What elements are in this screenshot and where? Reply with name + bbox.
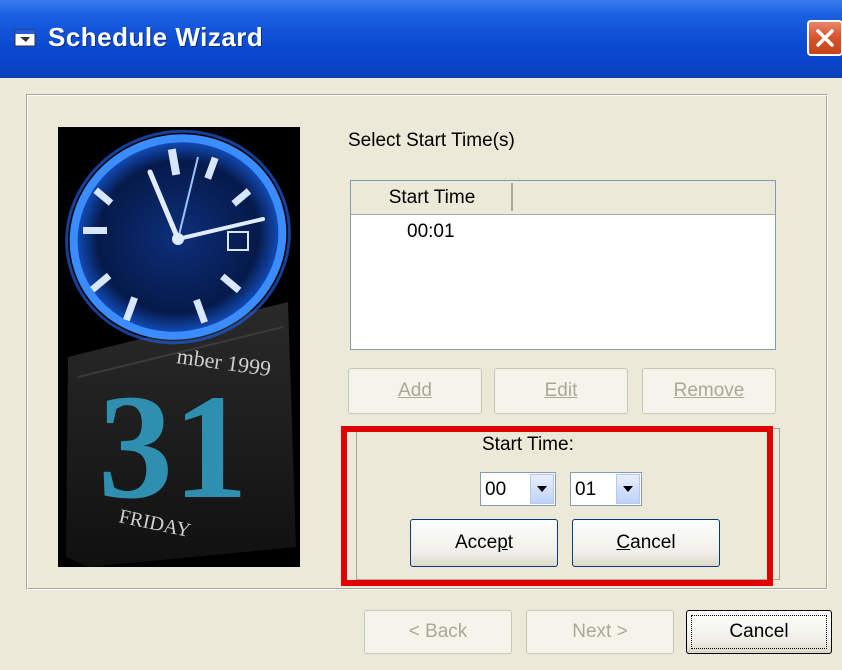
wizard-cancel-button[interactable]: Cancel xyxy=(686,610,832,654)
edit-button[interactable]: Edit xyxy=(494,368,628,414)
close-button[interactable] xyxy=(807,20,842,56)
app-icon xyxy=(14,27,38,49)
list-item[interactable]: 00:01 xyxy=(407,221,455,243)
next-button[interactable]: Next > xyxy=(526,610,674,654)
clock-calendar-image: mber 1999 31 FRIDAY xyxy=(58,127,300,567)
column-header-start-time[interactable]: Start Time xyxy=(353,183,513,211)
edit-label: Edit xyxy=(544,380,578,401)
remove-button[interactable]: Remove xyxy=(642,368,776,414)
list-header: Start Time xyxy=(351,181,775,215)
calendar-day-text: 31 xyxy=(98,364,248,530)
close-icon xyxy=(816,29,834,47)
back-button[interactable]: < Back xyxy=(364,610,512,654)
add-button[interactable]: Add xyxy=(348,368,482,414)
title-bar[interactable]: Schedule Wizard xyxy=(0,0,842,78)
add-label: Add xyxy=(398,380,432,401)
start-time-list[interactable]: Start Time 00:01 xyxy=(350,180,776,350)
window-title: Schedule Wizard xyxy=(48,22,264,52)
highlight-box xyxy=(341,426,773,586)
select-start-times-label: Select Start Time(s) xyxy=(348,130,515,151)
schedule-wizard-window: Schedule Wizard mber 1999 31 FRIDAY Sele… xyxy=(0,0,842,670)
remove-label: Remove xyxy=(673,380,745,401)
